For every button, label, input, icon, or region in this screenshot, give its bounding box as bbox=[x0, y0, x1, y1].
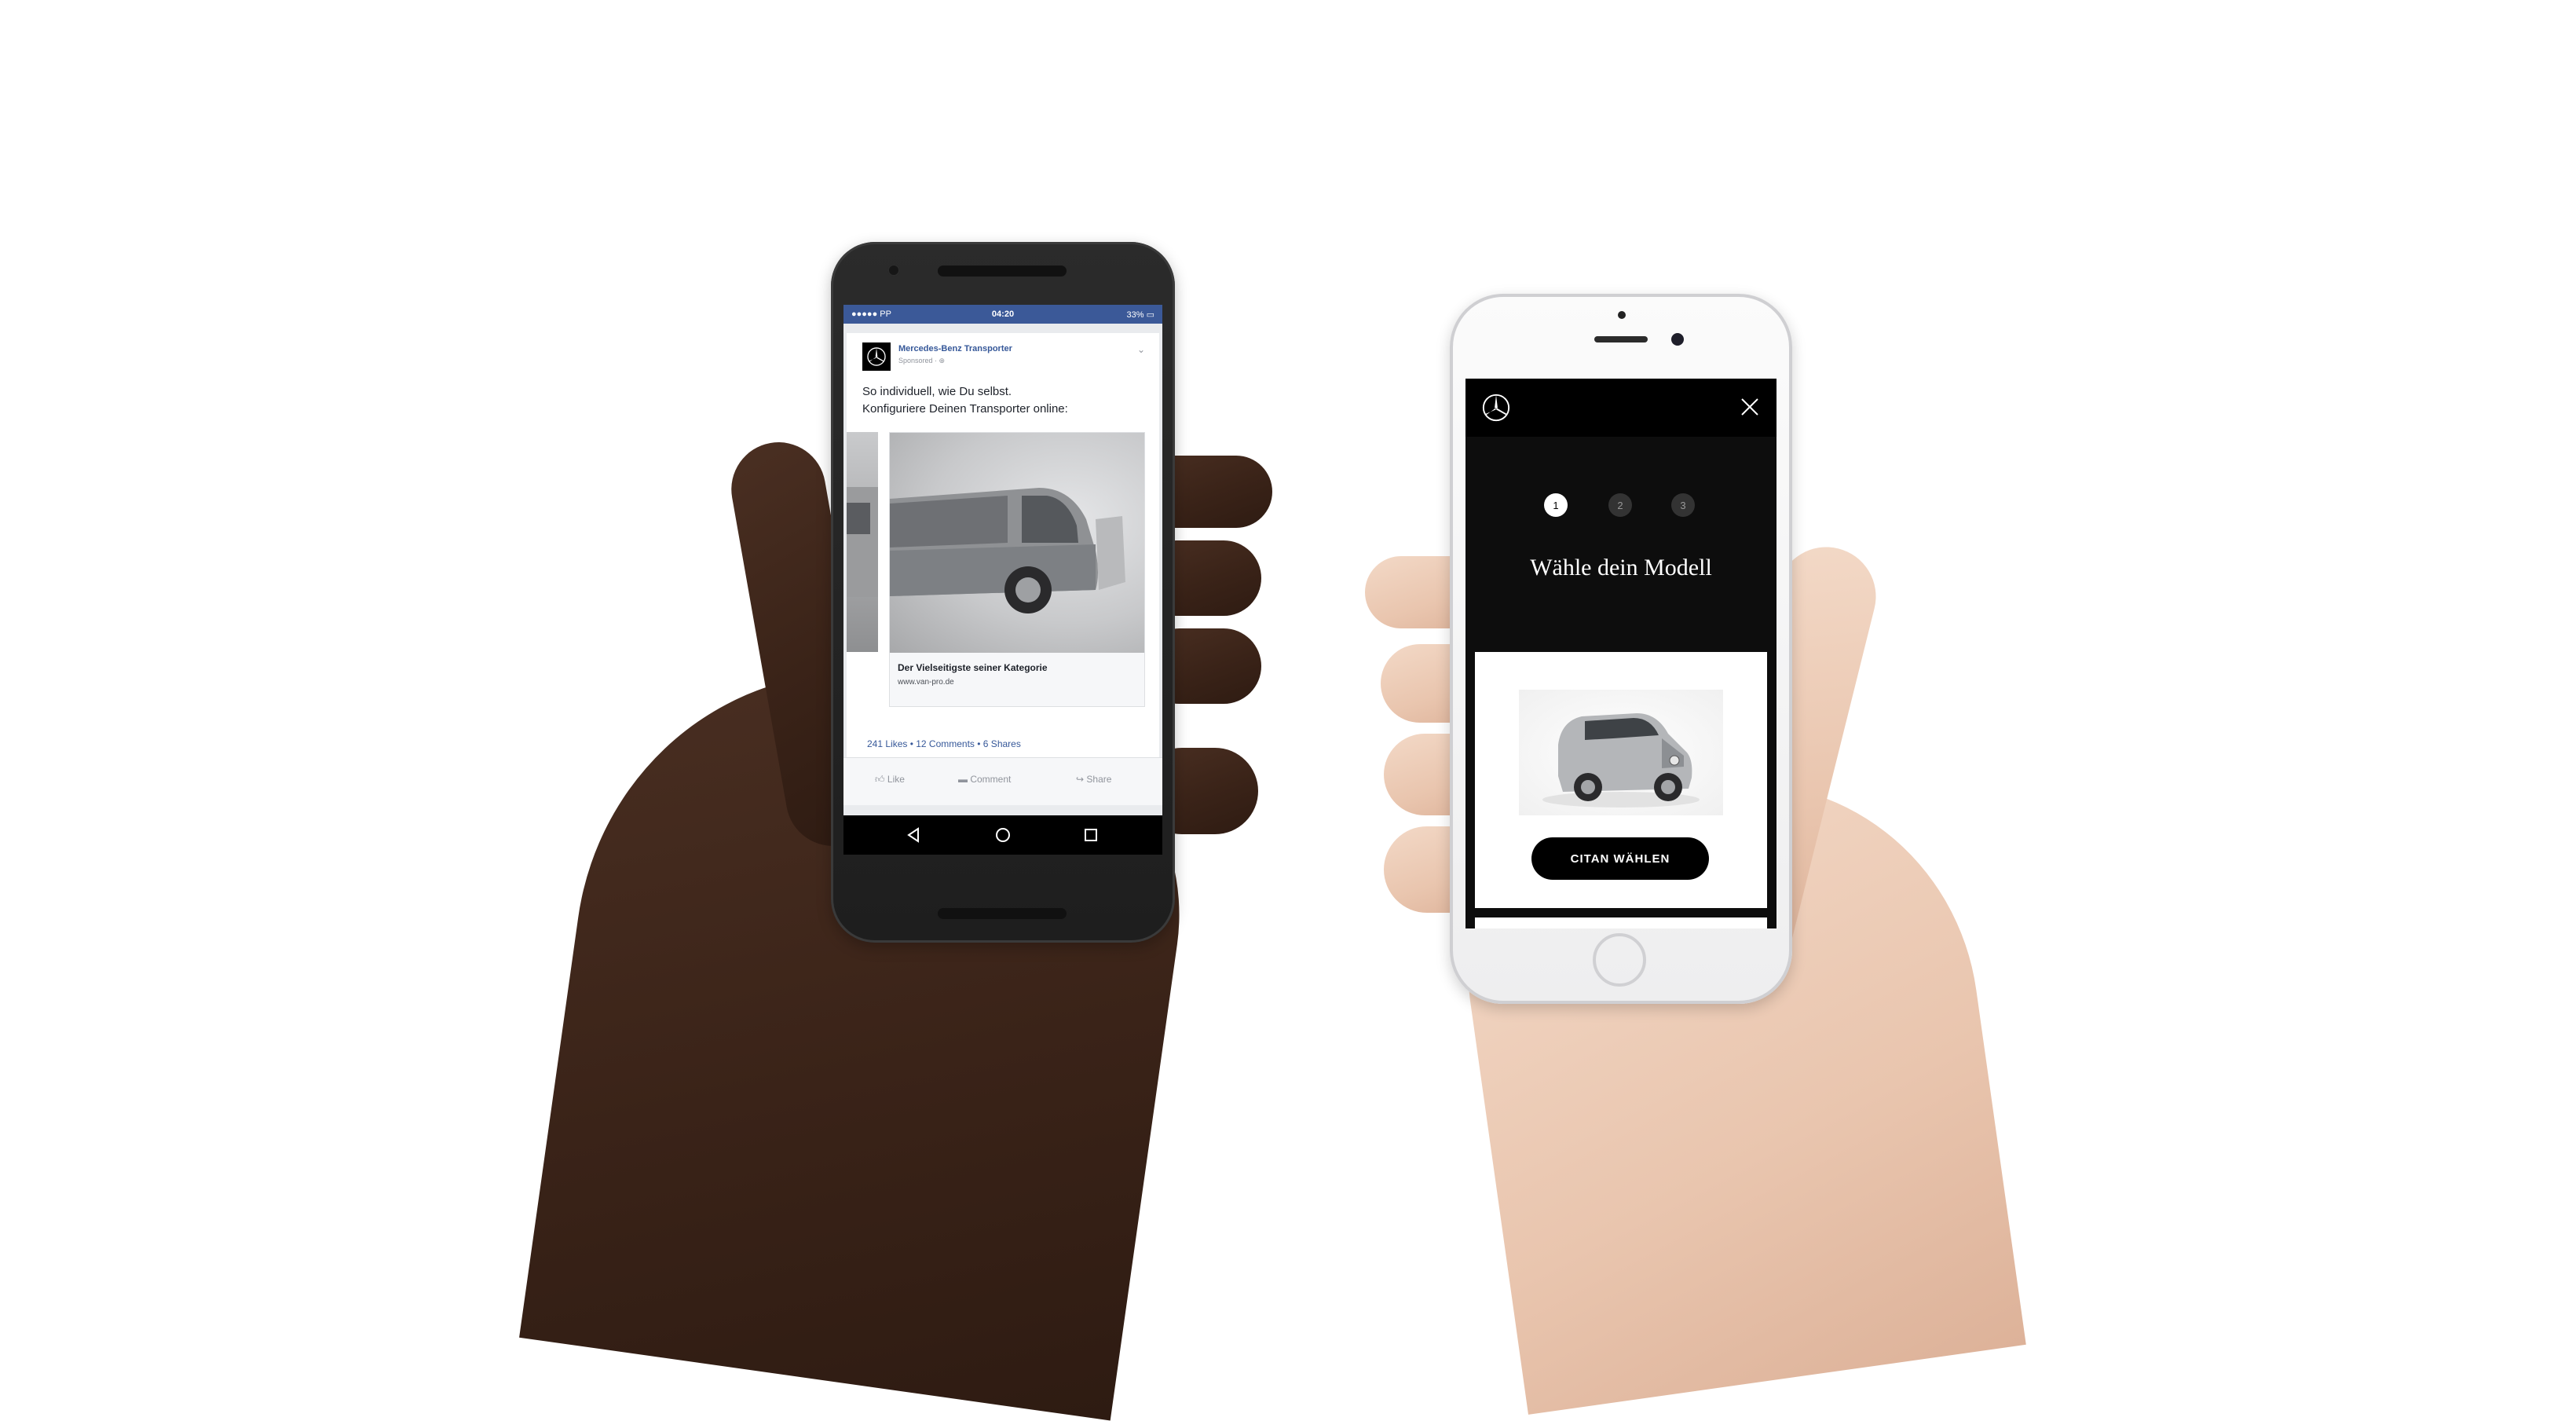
like-icon: 👍︎ bbox=[875, 774, 885, 785]
page-title: Wähle dein Modell bbox=[1530, 555, 1712, 580]
post-text-line-1: So individuell, wie Du selbst. bbox=[862, 385, 1012, 398]
sponsored-post: Mercedes-Benz Transporter Sponsored · ⊕ … bbox=[847, 333, 1159, 757]
comment-icon: ▬ bbox=[958, 774, 968, 785]
step-2-indicator[interactable]: 2 bbox=[1608, 493, 1632, 517]
recents-icon[interactable] bbox=[1081, 825, 1101, 845]
carousel-card[interactable]: Der Vielseitigste seiner Kategorie www.v… bbox=[889, 432, 1145, 707]
front-camera bbox=[887, 264, 900, 277]
front-camera bbox=[1671, 333, 1684, 346]
carousel-caption: Der Vielseitigste seiner Kategorie bbox=[898, 662, 1048, 673]
citan-van-image bbox=[1519, 690, 1723, 815]
step-1-indicator[interactable]: 1 bbox=[1544, 493, 1568, 517]
status-bar: ●●●●● PP 04:20 33% ▭ bbox=[843, 305, 1162, 324]
android-screen: ●●●●● PP 04:20 33% ▭ Mercedes-Benz Trans… bbox=[843, 305, 1162, 855]
iphone: 1 2 3 Wähle dein Modell CITAN WÄHLEN bbox=[1450, 294, 1792, 1004]
status-time: 04:20 bbox=[991, 309, 1015, 319]
android-nav-bar bbox=[843, 815, 1162, 855]
carousel-previous-card[interactable] bbox=[847, 432, 878, 652]
close-icon[interactable] bbox=[1736, 393, 1764, 421]
globe-icon: ⊕ bbox=[939, 357, 946, 364]
earpiece-speaker bbox=[1594, 336, 1648, 342]
mercedes-star-icon bbox=[867, 347, 886, 366]
proximity-sensor bbox=[1618, 311, 1626, 319]
van-image bbox=[890, 433, 1144, 653]
next-model-card[interactable] bbox=[1475, 917, 1767, 928]
configurator-header bbox=[1465, 379, 1776, 437]
android-phone: ●●●●● PP 04:20 33% ▭ Mercedes-Benz Trans… bbox=[831, 242, 1175, 943]
earpiece-speaker bbox=[938, 266, 1067, 277]
comment-button[interactable]: ▬ Comment bbox=[958, 774, 1011, 785]
share-icon: ↪ bbox=[1076, 774, 1085, 785]
post-text: So individuell, wie Du selbst. Konfiguri… bbox=[862, 383, 1145, 418]
share-button[interactable]: ↪ Share bbox=[1076, 774, 1111, 785]
like-button[interactable]: 👍︎ Like bbox=[875, 774, 905, 786]
iphone-screen: 1 2 3 Wähle dein Modell CITAN WÄHLEN bbox=[1465, 379, 1776, 928]
model-card: CITAN WÄHLEN bbox=[1475, 652, 1767, 908]
bottom-speaker bbox=[938, 908, 1067, 919]
sponsored-label: Sponsored · ⊕ bbox=[898, 357, 946, 364]
post-actions-bar: 👍︎ Like ▬ Comment ↪ Share bbox=[843, 757, 1162, 805]
select-model-button[interactable]: CITAN WÄHLEN bbox=[1531, 837, 1709, 880]
page-name-link[interactable]: Mercedes-Benz Transporter bbox=[898, 344, 1012, 353]
home-button[interactable] bbox=[1593, 933, 1646, 987]
engagement-stats[interactable]: 241 Likes • 12 Comments • 6 Shares bbox=[867, 738, 1021, 749]
mercedes-star-icon[interactable] bbox=[1481, 393, 1511, 423]
van-image-partial bbox=[847, 487, 878, 597]
back-icon[interactable] bbox=[903, 825, 924, 845]
chevron-down-icon[interactable]: ⌄ bbox=[1137, 344, 1145, 355]
carousel-url[interactable]: www.van-pro.de bbox=[898, 678, 954, 687]
step-3-indicator[interactable]: 3 bbox=[1671, 493, 1695, 517]
battery-level: 33% ▭ bbox=[1126, 309, 1154, 320]
page-avatar[interactable] bbox=[862, 342, 891, 371]
post-text-line-2: Konfiguriere Deinen Transporter online: bbox=[862, 402, 1068, 416]
home-icon[interactable] bbox=[993, 825, 1013, 845]
